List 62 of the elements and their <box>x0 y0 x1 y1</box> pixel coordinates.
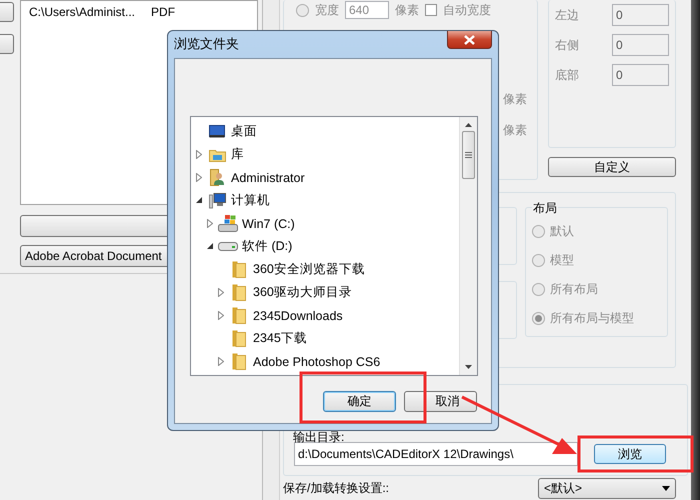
cancel-button[interactable]: 取消 <box>404 391 477 412</box>
expand-triangle-icon[interactable] <box>207 219 213 228</box>
dialog-title: 浏览文件夹 <box>174 35 239 53</box>
folder-icon <box>232 261 246 278</box>
dropdown-arrow-icon <box>662 486 670 491</box>
tree-item[interactable]: 2345下载 <box>253 330 307 347</box>
close-icon <box>464 34 475 44</box>
file-type: PDF <box>151 5 176 19</box>
expand-triangle-icon[interactable] <box>218 357 224 366</box>
layout-option-label: 所有布局与模型 <box>550 310 634 326</box>
layout-option-label: 默认 <box>550 222 574 240</box>
expand-triangle-icon[interactable] <box>196 173 202 182</box>
close-button[interactable] <box>447 31 492 49</box>
layout-option-label: 所有布局 <box>550 280 598 298</box>
tree-item[interactable]: 库 <box>231 146 244 163</box>
browse-button[interactable]: 浏览 <box>594 444 666 464</box>
collapse-triangle-icon[interactable] <box>196 197 202 204</box>
folder-icon <box>232 353 246 370</box>
width-label: 宽度 <box>315 2 339 18</box>
computer-icon <box>208 192 226 208</box>
tree-item[interactable]: Win7 (C:) <box>242 216 295 230</box>
collapse-triangle-icon[interactable] <box>206 243 214 250</box>
tree-item[interactable]: Adobe Photoshop CS6 <box>253 354 380 368</box>
folder-icon <box>232 330 246 347</box>
drive-with-logo-icon <box>218 215 238 232</box>
margin-label: 左边 <box>555 6 579 24</box>
unit-label: 像素 <box>503 122 527 139</box>
tree-item[interactable]: 桌面 <box>231 123 257 140</box>
margin-label: 底部 <box>555 66 579 84</box>
expand-triangle-icon[interactable] <box>218 288 224 297</box>
user-folder-icon <box>210 169 224 186</box>
tree-item[interactable]: 360驱动大师目录 <box>253 284 352 301</box>
output-path-field[interactable]: d:\Documents\CADEditorX 12\Drawings\ <box>294 442 578 466</box>
layout-option-label: 模型 <box>550 252 574 268</box>
unit-label: 像素 <box>395 2 419 18</box>
desktop-icon <box>209 125 225 138</box>
checkbox[interactable] <box>425 4 437 16</box>
tree-item[interactable]: 计算机 <box>231 192 270 209</box>
preset-label: 保存/加载转换设置:: <box>283 480 390 497</box>
folder-icon <box>232 307 246 324</box>
grip-icon <box>465 152 472 158</box>
scroll-up-icon[interactable] <box>465 123 472 127</box>
drive-icon <box>218 242 238 251</box>
side-button[interactable] <box>0 34 14 54</box>
output-dir-label: 输出目录: <box>293 431 344 444</box>
expand-triangle-icon[interactable] <box>196 150 202 159</box>
custom-button[interactable]: 自定义 <box>548 157 676 177</box>
unit-label: 像素 <box>503 91 527 108</box>
auto-width-label: 自动宽度 <box>443 2 491 18</box>
preset-dropdown[interactable]: <默认> <box>538 478 676 499</box>
margin-label: 右侧 <box>555 36 579 54</box>
scrollbar[interactable] <box>459 117 477 375</box>
file-path: C:\Users\Administ... <box>29 5 136 19</box>
side-button[interactable] <box>0 2 14 22</box>
tree-item[interactable]: Administrator <box>231 170 305 184</box>
radio-button[interactable] <box>296 4 309 16</box>
scroll-down-icon[interactable] <box>465 365 472 369</box>
library-folder-icon <box>208 148 226 162</box>
tree-item[interactable]: 2345Downloads <box>253 308 343 322</box>
folder-icon <box>232 284 246 301</box>
expand-triangle-icon[interactable] <box>218 311 224 320</box>
ok-button[interactable]: 确定 <box>323 391 396 412</box>
